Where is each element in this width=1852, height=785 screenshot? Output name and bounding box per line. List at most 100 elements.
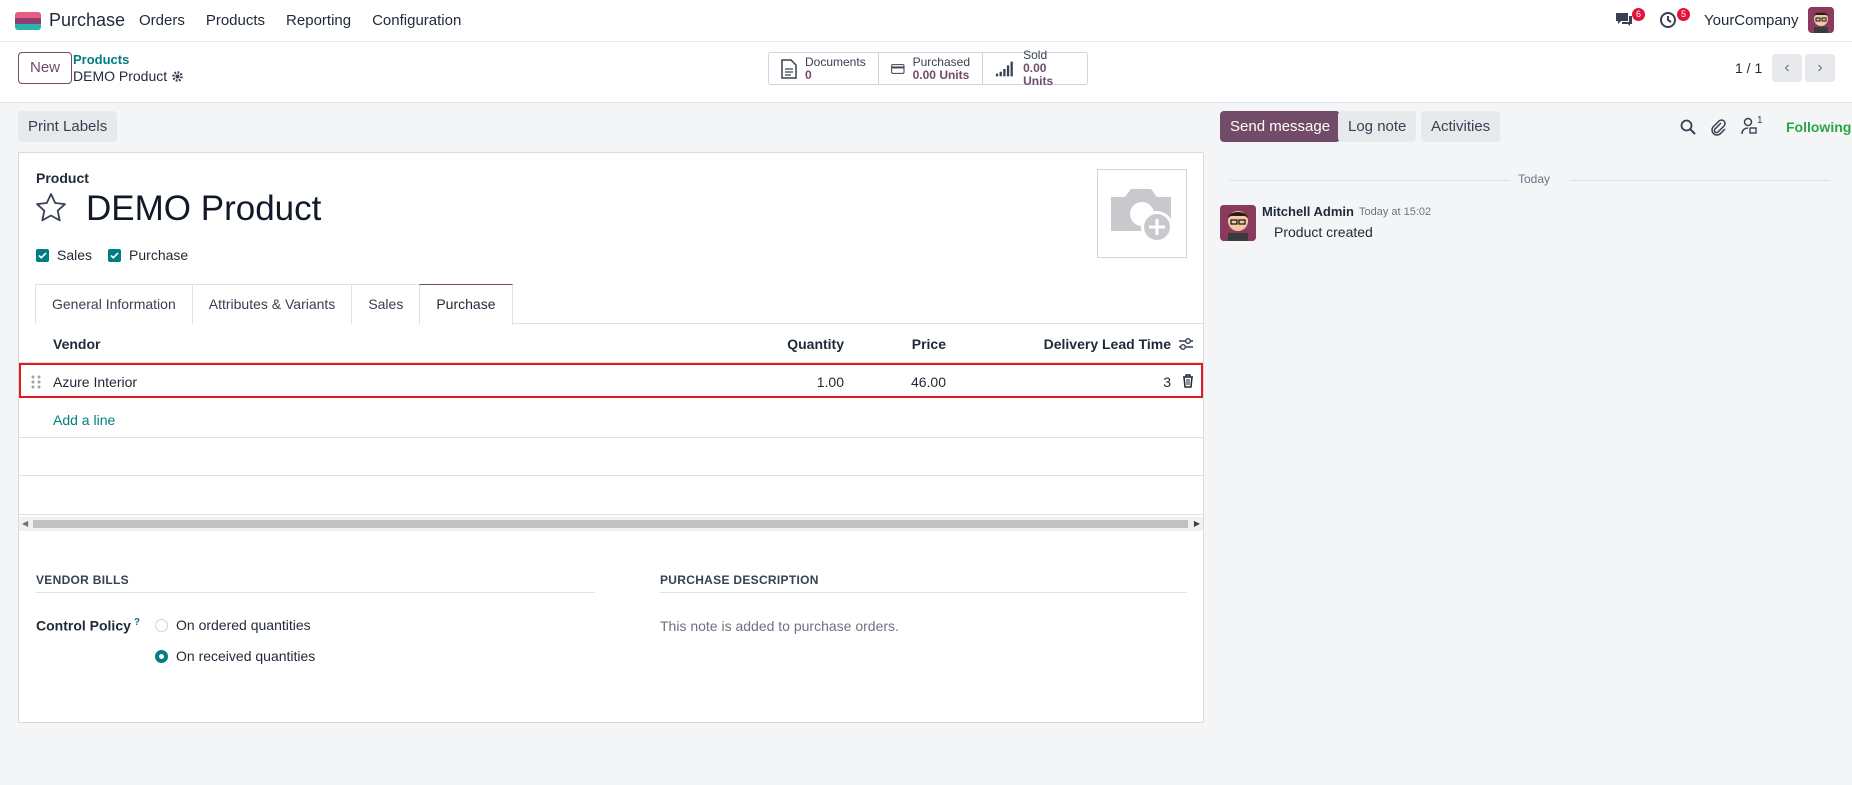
can-be-sold-checkbox[interactable]: Sales [36, 247, 92, 263]
form-sheet: Product DEMO Product Sales Purchase Gene… [18, 152, 1204, 723]
scroll-right-arrow-icon[interactable]: ▶ [1194, 519, 1200, 528]
menu-reporting[interactable]: Reporting [286, 12, 351, 29]
chevron-left-icon: ‹ [1784, 59, 1790, 76]
messages-icon[interactable]: 6 [1614, 8, 1645, 31]
can-be-purchased-checkbox[interactable]: Purchase [108, 247, 188, 263]
breadcrumb-current-label: DEMO Product [73, 68, 168, 84]
print-labels-button[interactable]: Print Labels [18, 111, 118, 142]
activities-button[interactable]: Activities [1421, 111, 1501, 142]
pager-previous-button[interactable]: ‹ [1772, 54, 1802, 82]
favorite-star-icon[interactable] [34, 191, 68, 225]
followers-button[interactable]: 1 [1741, 115, 1771, 137]
documents-count: 0 [805, 67, 812, 82]
list-divider [19, 514, 1203, 515]
new-button[interactable]: New [18, 52, 73, 84]
message-body: Product created [1274, 224, 1373, 240]
sold-value: 0.00 Units [1023, 61, 1054, 88]
radio-received-quantities[interactable]: On received quantities [155, 648, 315, 664]
breadcrumb-products[interactable]: Products [73, 52, 129, 67]
breadcrumb-current: DEMO Product [73, 68, 184, 84]
camera-add-icon [1111, 188, 1173, 243]
company-switcher[interactable]: YourCompany [1704, 12, 1799, 29]
send-message-button[interactable]: Send message [1220, 111, 1341, 142]
list-divider [19, 437, 1203, 438]
add-a-line-link[interactable]: Add a line [53, 412, 115, 428]
tab-purchase[interactable]: Purchase [419, 284, 513, 325]
radio-received-label: On received quantities [176, 648, 316, 664]
radio-ordered-label: On ordered quantities [176, 617, 311, 633]
signal-bars-icon [995, 61, 1013, 76]
messages-badge: 6 [1631, 8, 1645, 21]
product-name-input[interactable]: DEMO Product [86, 189, 321, 229]
document-icon [781, 58, 797, 79]
purchased-smart-button[interactable]: Purchased 0.00 Units [879, 53, 983, 84]
list-divider [19, 475, 1203, 476]
author-avatar[interactable] [1220, 205, 1256, 241]
purchased-label: Purchased [912, 54, 970, 69]
cell-lead-time[interactable]: 3 [1163, 374, 1171, 390]
radio-ordered-quantities[interactable]: On ordered quantities [155, 617, 311, 633]
user-lock-icon [1741, 117, 1757, 135]
table-row[interactable]: Azure Interior 1.00 46.00 3 [19, 363, 1203, 398]
scrollbar-thumb[interactable] [33, 520, 1188, 528]
log-note-button[interactable]: Log note [1338, 111, 1417, 142]
chevron-right-icon: › [1817, 59, 1823, 76]
purchase-app-icon[interactable] [15, 12, 41, 30]
help-tooltip-icon[interactable]: ? [134, 617, 140, 628]
paperclip-icon[interactable] [1710, 118, 1726, 136]
user-avatar[interactable] [1808, 7, 1834, 33]
pager-value[interactable]: 1 / 1 [1735, 60, 1762, 76]
menu-orders[interactable]: Orders [139, 12, 185, 29]
main-menu: Orders Products Reporting Configuration [139, 12, 482, 29]
purchase-description-section-title: PURCHASE DESCRIPTION [660, 573, 1187, 593]
purchased-value: 0.00 Units [912, 67, 970, 82]
smart-buttons: Documents 0 Purchased 0.00 Units Sold 0.00 … [768, 49, 1088, 88]
trash-icon[interactable] [1182, 374, 1194, 388]
horizontal-scrollbar[interactable]: ◀ ▶ [19, 517, 1203, 531]
column-settings-icon[interactable] [1178, 337, 1194, 351]
menu-configuration[interactable]: Configuration [372, 12, 461, 29]
followers-count: 1 [1757, 115, 1763, 126]
message-date: Today at 15:02 [1359, 206, 1432, 218]
pager-next-button[interactable]: › [1805, 54, 1835, 82]
search-icon[interactable] [1680, 119, 1696, 135]
purchase-description-input[interactable]: This note is added to purchase orders. [660, 618, 899, 634]
vendor-list-header: Vendor Quantity Price Delivery Lead Time [19, 324, 1203, 363]
radio-off-icon [155, 618, 168, 632]
column-vendor[interactable]: Vendor [53, 336, 100, 352]
menu-products[interactable]: Products [206, 12, 265, 29]
gear-icon[interactable] [171, 70, 184, 83]
tab-general-information[interactable]: General Information [35, 284, 193, 324]
documents-smart-button[interactable]: Documents 0 [769, 53, 879, 84]
following-button[interactable]: Following [1786, 119, 1851, 135]
cell-quantity[interactable]: 1.00 [817, 374, 844, 390]
cell-price[interactable]: 46.00 [911, 374, 946, 390]
column-delivery-lead-time[interactable]: Delivery Lead Time [1044, 336, 1171, 352]
message-author[interactable]: Mitchell Admin [1262, 204, 1354, 219]
activity-badge: 5 [1676, 8, 1690, 21]
drag-handle-icon[interactable] [31, 375, 41, 389]
control-policy-label: Control Policy? [36, 617, 140, 634]
cell-vendor[interactable]: Azure Interior [53, 374, 137, 390]
app-name[interactable]: Purchase [49, 10, 125, 31]
product-image-upload[interactable] [1097, 169, 1187, 258]
top-navbar: Purchase Orders Products Reporting Confi… [0, 0, 1852, 42]
notebook-tabs: General Information Attributes & Variant… [35, 284, 1203, 325]
sales-checkbox-label: Sales [57, 247, 93, 263]
scroll-left-arrow-icon[interactable]: ◀ [22, 519, 28, 528]
documents-label: Documents [805, 54, 866, 69]
activity-clock-icon[interactable]: 5 [1659, 8, 1690, 31]
tab-attributes-variants[interactable]: Attributes & Variants [191, 284, 353, 324]
checkbox-checked-icon [108, 248, 122, 262]
checkbox-checked-icon [36, 248, 49, 262]
date-separator-label: Today [1510, 172, 1559, 186]
column-quantity[interactable]: Quantity [787, 336, 844, 352]
product-options: Sales Purchase [36, 247, 188, 263]
control-policy-text: Control Policy [36, 617, 131, 634]
sold-smart-button[interactable]: Sold 0.00 Units [983, 49, 1087, 88]
date-separator: Today [1230, 172, 1830, 188]
control-panel: New Products DEMO Product Documents 0 Pur… [0, 42, 1852, 103]
tab-sales[interactable]: Sales [351, 284, 421, 324]
radio-on-icon [155, 649, 168, 663]
column-price[interactable]: Price [912, 336, 946, 352]
